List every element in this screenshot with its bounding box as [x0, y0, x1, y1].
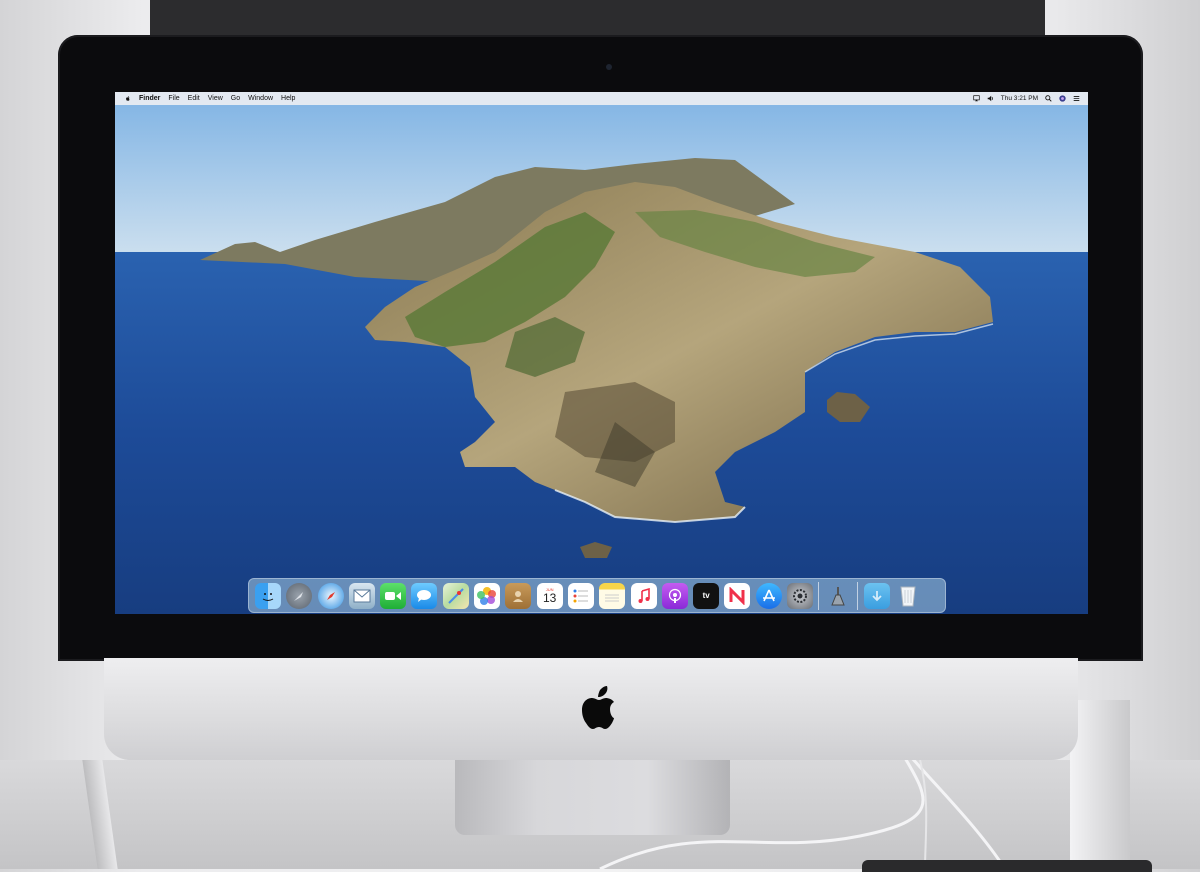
mail-icon[interactable]: [348, 582, 375, 609]
camera: [606, 64, 612, 70]
dock-separator: [856, 581, 858, 610]
app-store-icon[interactable]: [755, 582, 782, 609]
calendar-day: 13: [542, 590, 557, 605]
airplay-icon[interactable]: [973, 95, 980, 102]
siri-icon[interactable]: [1059, 95, 1066, 102]
menu-file[interactable]: File: [168, 95, 179, 102]
contacts-icon[interactable]: [505, 582, 532, 609]
news-icon[interactable]: [724, 582, 751, 609]
notification-center-icon[interactable]: [1073, 95, 1080, 102]
messages-icon[interactable]: [411, 582, 438, 609]
menu-help[interactable]: Help: [281, 95, 295, 102]
menu-edit[interactable]: Edit: [188, 95, 200, 102]
finder-icon[interactable]: [255, 582, 281, 609]
utilities-icon[interactable]: [825, 583, 851, 609]
podcasts-icon[interactable]: [661, 582, 688, 609]
maps-icon[interactable]: [442, 582, 469, 609]
menu-finder[interactable]: Finder: [139, 95, 160, 102]
safari-icon[interactable]: [317, 582, 344, 609]
screen: Finder File Edit View Go Window Help Thu…: [115, 92, 1088, 614]
dock-separator: [818, 581, 820, 610]
menu-go[interactable]: Go: [231, 95, 240, 102]
menu-view[interactable]: View: [208, 95, 223, 102]
spotlight-search-icon[interactable]: [1045, 95, 1052, 102]
music-icon[interactable]: [630, 582, 657, 609]
trash-icon[interactable]: [895, 583, 921, 609]
keyboard-edge: [862, 860, 1152, 872]
photos-icon[interactable]: [474, 582, 501, 609]
apple-menu-icon[interactable]: [125, 95, 131, 102]
status-menus: Thu 3:21 PM: [973, 92, 1080, 105]
catalina-wallpaper: [115, 92, 1088, 614]
tv-label: tv: [702, 591, 710, 600]
calendar-icon[interactable]: JUN 13: [536, 582, 563, 609]
menu-clock[interactable]: Thu 3:21 PM: [1001, 95, 1038, 102]
launchpad-icon[interactable]: [286, 582, 313, 609]
notes-icon[interactable]: [599, 582, 626, 609]
system-preferences-icon[interactable]: [787, 582, 814, 609]
facetime-icon[interactable]: [380, 582, 407, 609]
menu-bar: Finder File Edit View Go Window Help Thu…: [115, 92, 1088, 105]
menu-window[interactable]: Window: [248, 95, 273, 102]
volume-icon[interactable]: [987, 95, 994, 102]
apple-logo-icon: [582, 686, 614, 729]
downloads-folder-icon[interactable]: [863, 582, 890, 609]
dock: JUN 13 tv: [248, 578, 946, 613]
tv-icon[interactable]: tv: [693, 582, 720, 609]
reminders-icon[interactable]: [567, 582, 594, 609]
